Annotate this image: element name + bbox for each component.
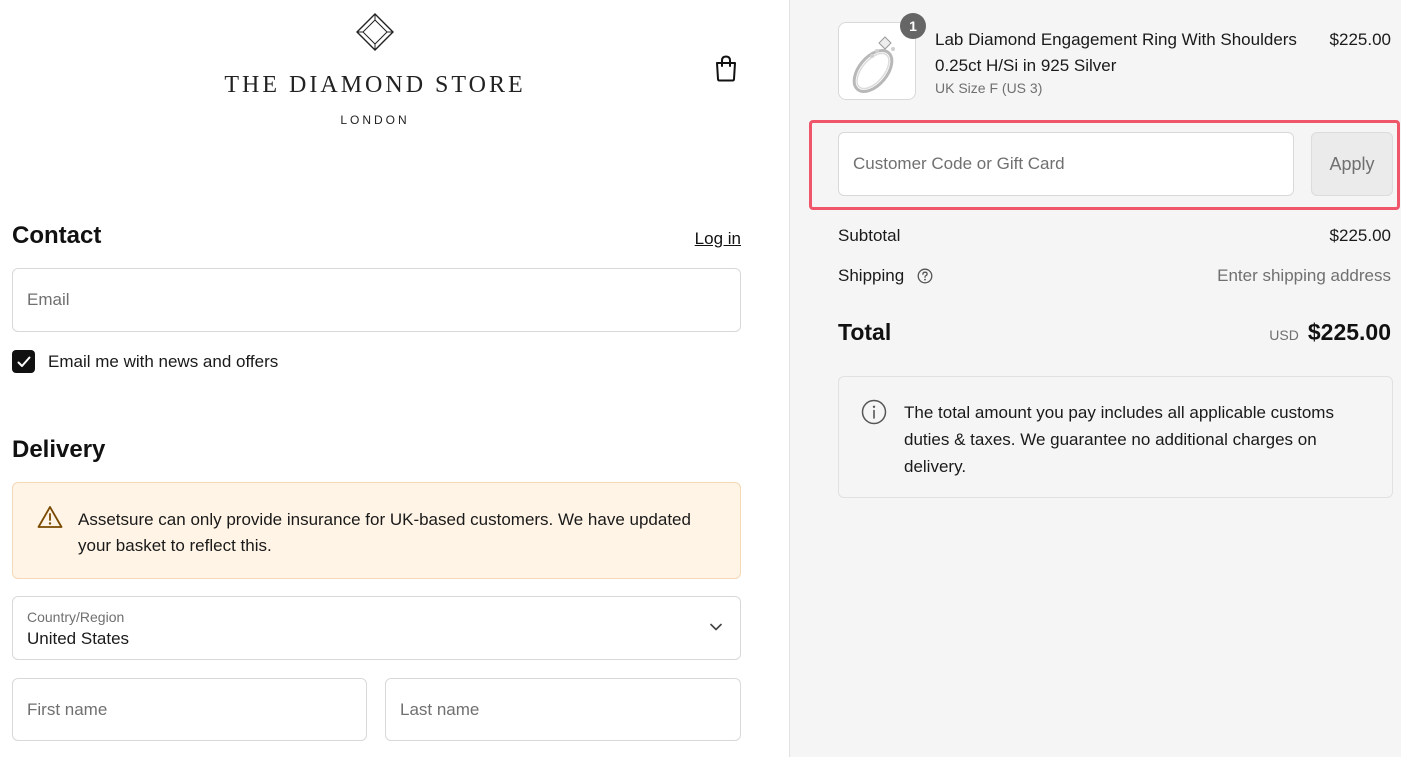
store-logo[interactable]: THE DIAMOND STORE LONDON	[190, 12, 560, 127]
shipping-label: Shipping	[838, 266, 905, 285]
discount-code-input[interactable]	[839, 133, 1293, 195]
total-amount: $225.00	[1307, 319, 1391, 345]
email-input[interactable]	[13, 269, 740, 331]
insurance-notice: Assetsure can only provide insurance for…	[12, 482, 741, 579]
quantity-badge: 1	[900, 13, 926, 39]
email-field-wrapper	[12, 268, 741, 332]
contact-heading: Contact	[12, 222, 102, 249]
newsletter-label: Email me with news and offers	[48, 351, 279, 371]
subtotal-label: Subtotal	[838, 226, 901, 245]
delivery-heading: Delivery	[12, 436, 106, 463]
checkout-form-column: THE DIAMOND STORE LONDON Contact Log in …	[0, 0, 789, 757]
discount-field-wrapper	[838, 132, 1294, 196]
subtotal-value: $225.00	[1329, 226, 1391, 245]
order-summary-column: 1 Lab Diamond Engagement Ring With Shoul…	[789, 0, 1401, 757]
country-label: Country/Region	[27, 609, 125, 625]
shopping-bag-icon[interactable]	[713, 54, 739, 82]
total-currency: USD	[1269, 327, 1299, 343]
chevron-down-icon	[710, 623, 722, 631]
last-name-field-wrapper	[385, 678, 741, 741]
product-thumbnail: 1	[838, 13, 926, 100]
info-icon	[861, 399, 887, 425]
shipping-row: Shipping	[838, 266, 933, 286]
store-location: LONDON	[340, 113, 410, 127]
insurance-notice-text: Assetsure can only provide insurance for…	[78, 510, 691, 555]
newsletter-option[interactable]: Email me with news and offers	[12, 350, 278, 373]
product-name: Lab Diamond Engagement Ring With Shoulde…	[935, 30, 1297, 75]
country-value: United States	[27, 629, 130, 648]
shipping-value: Enter shipping address	[1217, 266, 1391, 285]
checkmark-icon	[17, 356, 30, 367]
product-price: $225.00	[1329, 30, 1391, 49]
newsletter-checkbox[interactable]	[12, 350, 35, 373]
first-name-input[interactable]	[13, 679, 366, 740]
help-circle-icon[interactable]	[917, 268, 933, 284]
total-label: Total	[838, 319, 892, 345]
duties-info-box: The total amount you pay includes all ap…	[838, 376, 1393, 498]
country-select[interactable]: Country/Region United States	[12, 596, 741, 660]
last-name-input[interactable]	[386, 679, 740, 740]
total-row: USD $225.00	[1269, 319, 1391, 346]
store-name: THE DIAMOND STORE	[224, 72, 526, 98]
duties-info-text: The total amount you pay includes all ap…	[904, 403, 1334, 476]
warning-icon	[37, 506, 63, 528]
product-variant: UK Size F (US 3)	[935, 80, 1043, 96]
apply-button[interactable]: Apply	[1311, 132, 1393, 196]
first-name-field-wrapper	[12, 678, 367, 741]
diamond-logo-icon	[356, 13, 394, 51]
login-link[interactable]: Log in	[695, 229, 741, 249]
